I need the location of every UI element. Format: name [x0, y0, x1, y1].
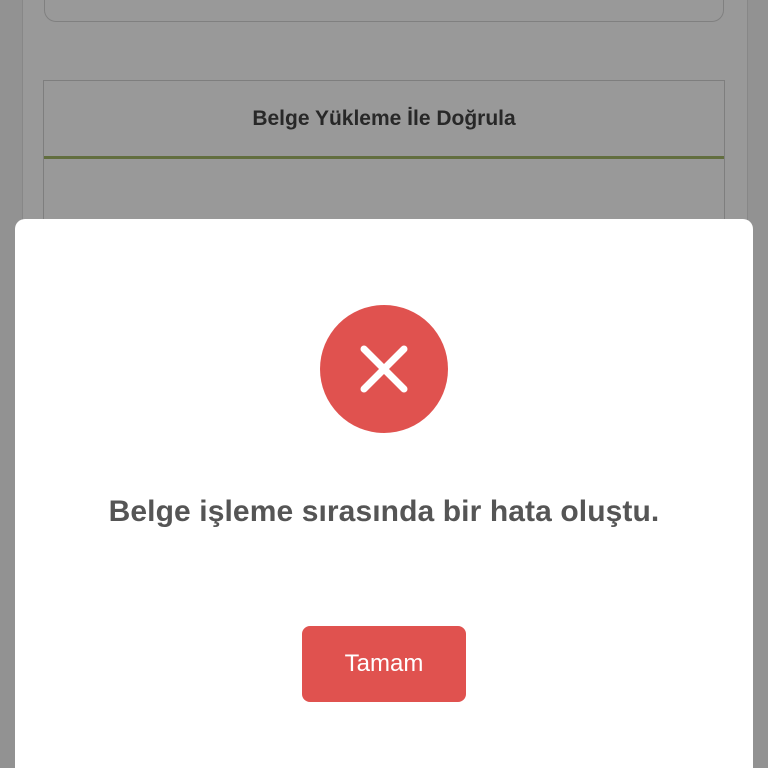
error-dialog: Belge işleme sırasında bir hata oluştu. …: [15, 219, 753, 768]
close-icon: [360, 345, 408, 393]
ok-button[interactable]: Tamam: [302, 626, 466, 702]
error-message: Belge işleme sırasında bir hata oluştu.: [108, 495, 660, 528]
error-icon-circle: [320, 305, 448, 433]
